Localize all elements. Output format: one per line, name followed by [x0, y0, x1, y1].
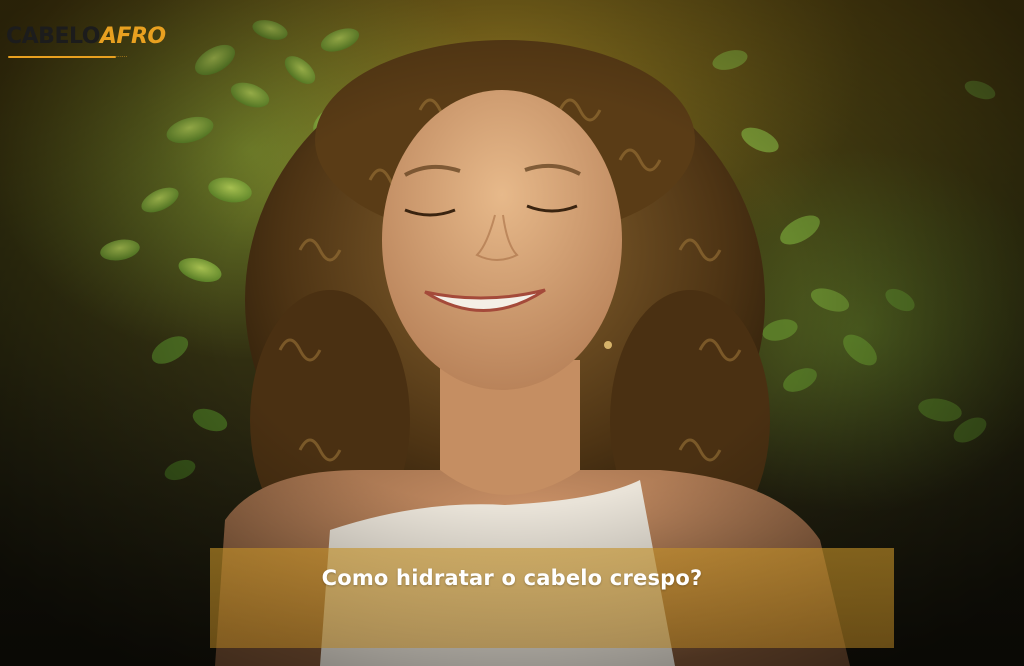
logo-word-cabelo: CABELO: [6, 24, 100, 49]
caption-band: [210, 548, 894, 648]
logo-tagline: ......: [116, 52, 128, 59]
caption-title: Como hidratar o cabelo crespo?: [321, 566, 703, 590]
hero-image: CABELOAFRO ...... Como hidratar o cabelo…: [0, 0, 1024, 666]
logo-underline: [8, 56, 116, 58]
logo-word-afro: AFRO: [99, 24, 166, 49]
site-logo[interactable]: CABELOAFRO ......: [6, 24, 166, 68]
logo-wordmark: CABELOAFRO: [6, 24, 166, 50]
